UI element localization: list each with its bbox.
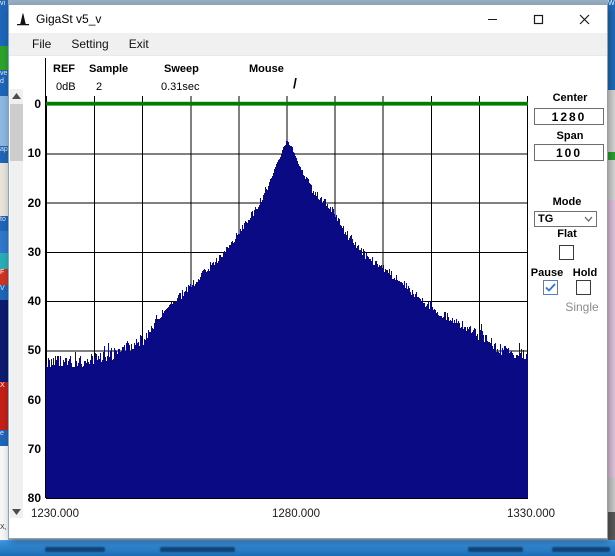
y-axis-label: 10: [19, 146, 41, 160]
background-fragment: V: [0, 285, 8, 300]
menu-file[interactable]: File: [22, 34, 61, 54]
mouse-position-marker: /: [293, 75, 297, 91]
background-fragment: [608, 160, 615, 200]
title-bar[interactable]: GigaSt v5_v: [9, 5, 607, 33]
background-fragment: vi: [0, 0, 8, 46]
ref-value: 0dB: [56, 81, 76, 93]
mode-selected-value: TG: [538, 213, 553, 225]
menu-bar: File Setting Exit: [9, 33, 607, 56]
y-axis-label: 80: [19, 491, 41, 505]
hold-label: Hold: [565, 267, 605, 279]
x-axis-label-end: 1330.000: [481, 508, 581, 520]
background-fragment: X: [0, 382, 8, 430]
screen: vive daptoFVXeX,W GigaSt v5_v File: [0, 0, 615, 556]
taskbar-text-smudge: [160, 547, 235, 552]
background-fragment: [608, 512, 615, 540]
center-input[interactable]: [534, 108, 604, 125]
maximize-button[interactable]: [515, 5, 561, 33]
windows-taskbar[interactable]: [0, 540, 615, 556]
y-axis-label: 70: [19, 442, 41, 456]
y-axis-label: 30: [19, 245, 41, 259]
background-fragment: [608, 152, 615, 160]
y-axis-label: 20: [19, 196, 41, 210]
chevron-down-icon: [584, 216, 593, 222]
background-fragment: [608, 478, 615, 512]
menu-exit[interactable]: Exit: [119, 34, 159, 54]
sample-value: 2: [96, 81, 102, 93]
y-axis-label: 0: [19, 97, 41, 111]
background-fragment: e: [0, 430, 8, 446]
x-axis-label-center: 1280.000: [246, 508, 346, 520]
y-axis-label: 50: [19, 343, 41, 357]
flat-checkbox[interactable]: [559, 245, 574, 260]
pause-label: Pause: [527, 267, 567, 279]
background-fragment: W: [608, 0, 615, 90]
background-fragment: ap: [0, 146, 8, 163]
background-fragment: [0, 253, 8, 269]
minimize-button[interactable]: [469, 5, 515, 33]
app-window: GigaSt v5_v File Setting Exit REF Sample…: [8, 4, 608, 539]
background-fragment: to: [0, 216, 8, 231]
taskbar-text-smudge: [552, 547, 610, 552]
check-icon: [545, 283, 556, 292]
background-fragment: [0, 163, 8, 216]
scroll-down-button[interactable]: [10, 505, 23, 518]
ref-header: REF: [53, 63, 75, 75]
x-axis-label-start: 1230.000: [31, 508, 79, 520]
y-axis-label: 60: [19, 393, 41, 407]
sweep-value: 0.31sec: [161, 81, 200, 93]
minimize-icon: [487, 14, 498, 25]
menu-setting[interactable]: Setting: [61, 34, 118, 54]
background-fragment: [0, 96, 8, 146]
app-icon: [16, 12, 30, 26]
background-fragment: [0, 300, 8, 382]
background-fragment: F: [0, 269, 8, 285]
close-button[interactable]: [561, 5, 607, 33]
mode-dropdown[interactable]: TG: [534, 211, 597, 227]
background-fragment: [0, 46, 8, 70]
sample-header: Sample: [89, 63, 128, 75]
background-fragment: [0, 231, 8, 253]
span-label: Span: [534, 130, 606, 142]
pause-checkbox[interactable]: [543, 280, 558, 295]
close-icon: [579, 14, 590, 25]
spectrum-plot[interactable]: [46, 96, 528, 499]
flat-label: Flat: [534, 228, 600, 240]
y-axis-label: 40: [19, 294, 41, 308]
center-label: Center: [534, 92, 606, 104]
maximize-icon: [533, 14, 544, 25]
sweep-header: Sweep: [164, 63, 199, 75]
hold-checkbox[interactable]: [576, 280, 591, 295]
mouse-header: Mouse: [249, 63, 284, 75]
taskbar-text-smudge: [468, 547, 523, 552]
window-title: GigaSt v5_v: [36, 12, 101, 26]
taskbar-text-smudge: [45, 547, 105, 552]
arrow-down-icon: [12, 509, 21, 515]
mode-label: Mode: [534, 196, 600, 208]
background-fragment: ve d: [0, 70, 8, 96]
background-fragment: [608, 90, 615, 152]
span-input[interactable]: [534, 144, 604, 161]
single-label: Single: [552, 300, 612, 314]
background-fragment: [608, 200, 615, 478]
